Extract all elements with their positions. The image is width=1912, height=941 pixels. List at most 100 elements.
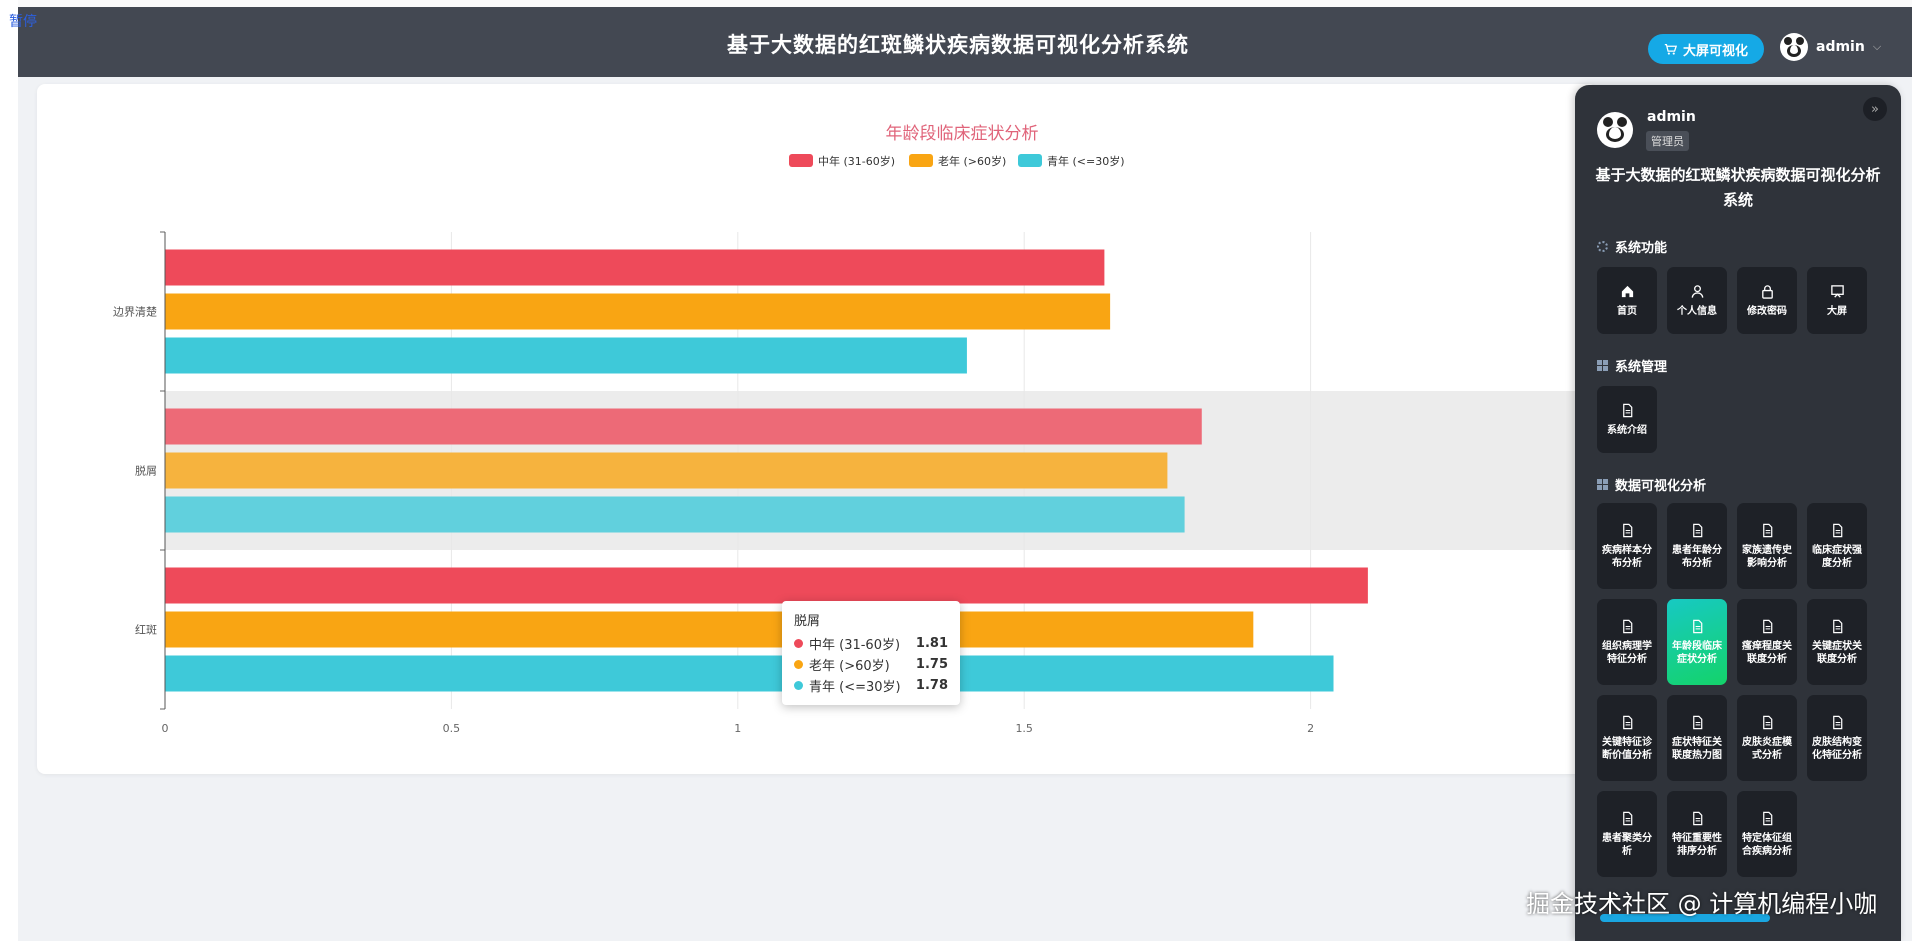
tooltip-series-name: 中年 (31-60岁) bbox=[809, 638, 901, 653]
role-badge: 管理员 bbox=[1646, 131, 1689, 151]
x-tick-label: 2 bbox=[1307, 722, 1314, 735]
menu-tile-analysis-6[interactable]: 瘙痒程度关联度分析 bbox=[1737, 599, 1797, 685]
screen-icon bbox=[1830, 284, 1844, 298]
section-system: 系统功能 bbox=[1597, 237, 1667, 256]
menu-tile-system-0[interactable]: 首页 bbox=[1597, 267, 1657, 334]
document-icon bbox=[1832, 619, 1842, 633]
x-tick-label: 0 bbox=[162, 722, 169, 735]
category-label: 边界清楚 bbox=[113, 305, 157, 319]
bar bbox=[165, 337, 967, 374]
section-title: 数据可视化分析 bbox=[1615, 479, 1707, 494]
menu-tile-label: 皮肤炎症模式分析 bbox=[1742, 736, 1792, 761]
cart-icon bbox=[1664, 43, 1677, 55]
menu-tile-analysis-14[interactable]: 特定体征组合疾病分析 bbox=[1737, 791, 1797, 877]
chart-card: 年龄段临床症状分析中年 (31-60岁) 老年 (>60岁) 青年 (<=30岁) 边… bbox=[37, 84, 1597, 774]
gear-icon bbox=[1597, 241, 1608, 252]
menu-tile-label: 家族遗传史影响分析 bbox=[1742, 544, 1792, 569]
section-title: 系统功能 bbox=[1615, 241, 1668, 256]
menu-tile-label: 疾病样本分布分析 bbox=[1602, 544, 1652, 569]
bar bbox=[165, 496, 1185, 533]
tooltip-row: 老年 (>60岁) 1.75 bbox=[794, 654, 948, 675]
section-analysis: 数据可视化分析 bbox=[1597, 475, 1706, 494]
x-tick-label: 1 bbox=[734, 722, 741, 735]
menu-tile-label: 症状特征关联度热力图 bbox=[1672, 736, 1722, 761]
menu-tile-analysis-7[interactable]: 关键症状关联度分析 bbox=[1807, 599, 1867, 685]
menu-tile-label: 关键特征诊断价值分析 bbox=[1602, 736, 1652, 761]
page-title: 基于大数据的红斑鳞状疾病数据可视化分析系统 bbox=[727, 33, 1189, 57]
menu-tile-manage-0[interactable]: 系统介绍 bbox=[1597, 386, 1657, 453]
tooltip-row: 青年 (<=30岁) 1.78 bbox=[794, 675, 948, 696]
bar bbox=[165, 655, 1334, 692]
avatar bbox=[1780, 33, 1808, 61]
menu-tile-analysis-9[interactable]: 症状特征关联度热力图 bbox=[1667, 695, 1727, 781]
menu-tile-system-2[interactable]: 修改密码 bbox=[1737, 267, 1797, 334]
menu-tile-analysis-2[interactable]: 家族遗传史影响分析 bbox=[1737, 503, 1797, 589]
pause-label[interactable]: 暂停 bbox=[9, 11, 37, 31]
series-dot bbox=[794, 681, 803, 690]
document-icon bbox=[1622, 403, 1632, 417]
menu-tile-label: 瘙痒程度关联度分析 bbox=[1742, 640, 1792, 665]
home-icon bbox=[1621, 285, 1633, 297]
menu-tile-analysis-11[interactable]: 皮肤结构变化特征分析 bbox=[1807, 695, 1867, 781]
menu-tile-label: 系统介绍 bbox=[1607, 424, 1647, 436]
grid-icon bbox=[1597, 360, 1608, 371]
app-header: 基于大数据的红斑鳞状疾病数据可视化分析系统 大屏可视化 admin ⌵ bbox=[18, 7, 1912, 77]
menu-tile-analysis-0[interactable]: 疾病样本分布分析 bbox=[1597, 503, 1657, 589]
menu-tile-label: 关键症状关联度分析 bbox=[1812, 640, 1862, 665]
menu-tile-label: 患者年龄分布分析 bbox=[1672, 544, 1722, 569]
document-icon bbox=[1622, 523, 1632, 537]
menu-tile-label: 皮肤结构变化特征分析 bbox=[1812, 736, 1862, 761]
bar bbox=[165, 567, 1368, 604]
tooltip-series-name: 青年 (<=30岁) bbox=[809, 680, 901, 695]
menu-tile-label: 个人信息 bbox=[1677, 305, 1717, 317]
menu-tile-analysis-13[interactable]: 特征重要性排序分析 bbox=[1667, 791, 1727, 877]
legend-swatch bbox=[1018, 154, 1042, 167]
document-icon bbox=[1692, 523, 1702, 537]
menu-tile-analysis-1[interactable]: 患者年龄分布分析 bbox=[1667, 503, 1727, 589]
legend-label: 青年 (<=30岁) bbox=[1047, 154, 1125, 168]
menu-tile-system-3[interactable]: 大屏 bbox=[1807, 267, 1867, 334]
panel-avatar bbox=[1597, 112, 1633, 148]
menu-tile-analysis-8[interactable]: 关键特征诊断价值分析 bbox=[1597, 695, 1657, 781]
grid-icon bbox=[1597, 479, 1608, 490]
big-screen-button[interactable]: 大屏可视化 bbox=[1648, 34, 1764, 64]
section-title: 系统管理 bbox=[1615, 360, 1668, 375]
tooltip-title: 脱屑 bbox=[794, 614, 821, 629]
menu-tile-analysis-4[interactable]: 组织病理学特征分析 bbox=[1597, 599, 1657, 685]
chart-tooltip: 脱屑 中年 (31-60岁) 1.81 老年 (>60岁) 1.75 青年 (<… bbox=[782, 601, 960, 705]
username: admin bbox=[1816, 39, 1865, 55]
legend-swatch bbox=[909, 154, 933, 167]
collapse-panel-button[interactable]: » bbox=[1863, 97, 1887, 121]
document-icon bbox=[1832, 523, 1842, 537]
manage-tiles: 系统介绍 bbox=[1597, 386, 1867, 453]
menu-tile-label: 首页 bbox=[1617, 305, 1637, 317]
bar bbox=[165, 249, 1105, 286]
series-dot bbox=[794, 639, 803, 648]
document-icon bbox=[1692, 811, 1702, 825]
panel-username: admin bbox=[1647, 109, 1696, 125]
menu-tile-analysis-5[interactable]: 年龄段临床症状分析 bbox=[1667, 599, 1727, 685]
watermark: 掘金技术社区 @ 计算机编程小咖 bbox=[1526, 890, 1878, 918]
chart-title: 年龄段临床症状分析 bbox=[886, 124, 1039, 144]
section-manage: 系统管理 bbox=[1597, 356, 1667, 375]
tooltip-value: 1.81 bbox=[915, 636, 948, 651]
system-tiles: 首页 个人信息 修改密码 大屏 bbox=[1597, 267, 1867, 334]
menu-tile-analysis-10[interactable]: 皮肤炎症模式分析 bbox=[1737, 695, 1797, 781]
tooltip-value: 1.78 bbox=[915, 678, 948, 693]
user-menu[interactable]: admin ⌵ bbox=[1780, 33, 1881, 61]
x-tick-label: 1.5 bbox=[1015, 722, 1032, 735]
category-label: 红斑 bbox=[135, 624, 157, 637]
series-dot bbox=[794, 660, 803, 669]
top-strip bbox=[0, 0, 1912, 7]
document-icon bbox=[1622, 715, 1632, 729]
menu-tile-analysis-3[interactable]: 临床症状强度分析 bbox=[1807, 503, 1867, 589]
menu-tile-analysis-12[interactable]: 患者聚类分析 bbox=[1597, 791, 1657, 877]
tooltip-series-name: 老年 (>60岁) bbox=[809, 659, 890, 674]
side-menu-panel: » admin 管理员 基于大数据的红斑鳞状疾病数据可视化分析系统 系统功能 首… bbox=[1575, 85, 1901, 941]
menu-tile-system-1[interactable]: 个人信息 bbox=[1667, 267, 1727, 334]
analysis-tiles: 疾病样本分布分析 患者年龄分布分析 家族遗传史影响分析 临床症状强度分析组织病理学特征… bbox=[1597, 503, 1867, 877]
menu-tile-label: 特征重要性排序分析 bbox=[1672, 832, 1722, 857]
legend-swatch bbox=[789, 154, 813, 167]
document-icon bbox=[1762, 619, 1772, 633]
panel-title: 基于大数据的红斑鳞状疾病数据可视化分析系统 bbox=[1595, 166, 1881, 209]
